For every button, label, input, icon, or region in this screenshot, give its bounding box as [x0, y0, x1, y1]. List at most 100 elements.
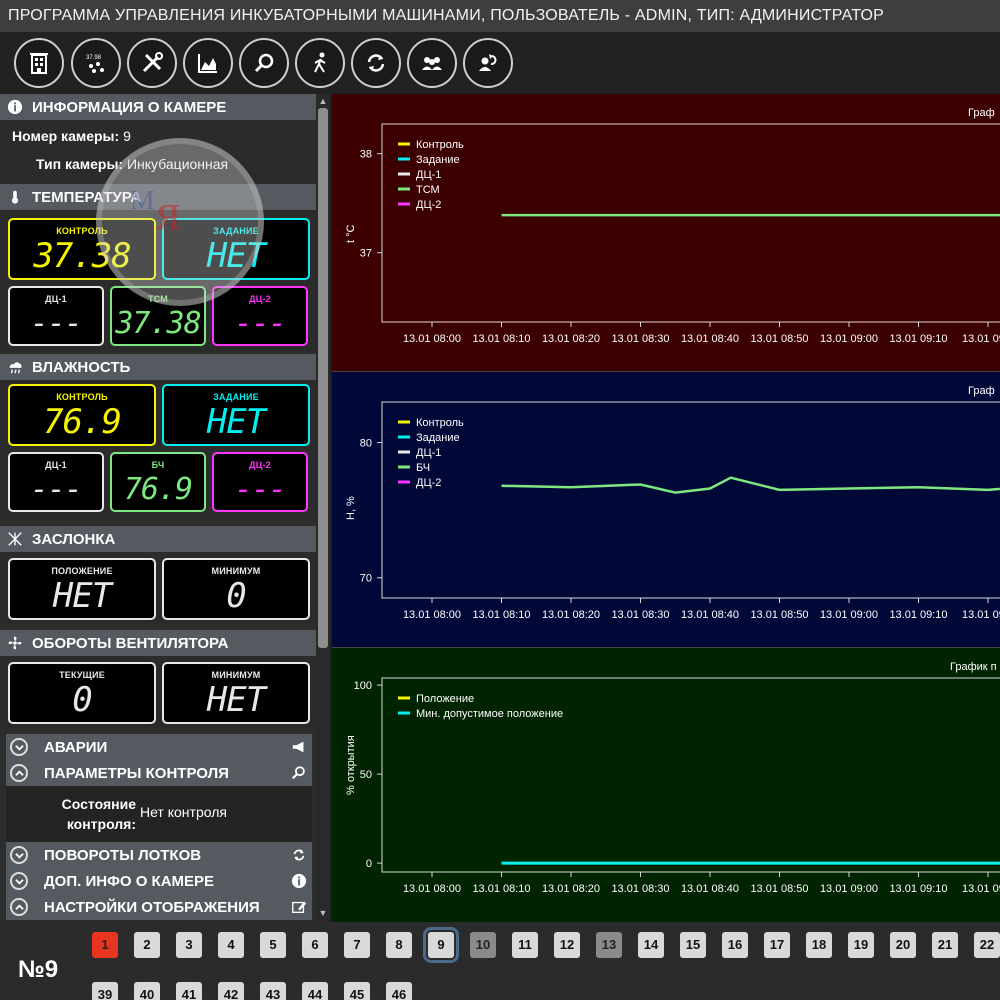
thermometer-icon [6, 188, 24, 206]
camera-button-45[interactable]: 45 [344, 982, 370, 1000]
camera-info-header[interactable]: ИНФОРМАЦИЯ О КАМЕРЕ [0, 94, 316, 120]
camera-button-9[interactable]: 9 [423, 927, 459, 963]
camera-button-3[interactable]: 3 [176, 932, 202, 958]
camera-button-7[interactable]: 7 [344, 932, 370, 958]
hum-setpoint-label: ЗАДАНИЕ [213, 392, 259, 402]
damper-chart-svg: График п % открытия 0 50 100 13.01 08:00 13.01… [345, 661, 1000, 895]
camera-button-40[interactable]: 40 [134, 982, 160, 1000]
building-icon[interactable] [14, 38, 64, 88]
chart-title: График п [950, 661, 997, 673]
camera-button-16[interactable]: 16 [722, 932, 748, 958]
sensor-grid-icon[interactable]: 37.98 [71, 38, 121, 88]
sidebar-scrollbar[interactable]: ▲ ▼ [316, 94, 330, 922]
megaphone-icon [290, 738, 308, 756]
camera-button-10[interactable]: 10 [470, 932, 496, 958]
x-tick-label: 13.01 09:10 [889, 333, 947, 345]
x-tick-label: 13.01 08:20 [542, 883, 600, 895]
x-tick-label: 13.01 09:00 [820, 333, 878, 345]
chart-title: Граф [968, 107, 995, 119]
main-toolbar: 37.98 [0, 32, 1000, 94]
scroll-up-icon[interactable]: ▲ [318, 96, 328, 106]
y-axis-label: Н, % [345, 496, 357, 520]
control-params-panel-toggle[interactable]: ПАРАМЕТРЫ КОНТРОЛЯ [6, 760, 312, 786]
refresh-icon[interactable] [351, 38, 401, 88]
alarms-panel-toggle[interactable]: АВАРИИ [6, 734, 312, 760]
y-tick-label: 80 [360, 438, 372, 450]
hum-bch-label: БЧ [151, 460, 165, 470]
camera-button-11[interactable]: 11 [512, 932, 538, 958]
temp-setpoint-display: ЗАДАНИЕ НЕТ [162, 218, 310, 280]
legend-entry: Задание [416, 432, 460, 444]
humidity-header[interactable]: ВЛАЖНОСТЬ [0, 354, 316, 380]
camera-button-19[interactable]: 19 [848, 932, 874, 958]
camera-button-14[interactable]: 14 [638, 932, 664, 958]
y-tick-label: 50 [360, 769, 372, 781]
fan-current-display: ТЕКУЩИЕ 0 [8, 662, 156, 724]
camera-button-39[interactable]: 39 [92, 982, 118, 1000]
x-tick-label: 13.01 09:10 [889, 883, 947, 895]
camera-button-22[interactable]: 22 [974, 932, 1000, 958]
tray-turns-panel-toggle[interactable]: ПОВОРОТЫ ЛОТКОВ [6, 842, 312, 868]
y-tick-label: 38 [360, 149, 372, 161]
camera-type-label: Тип камеры: [36, 156, 124, 172]
camera-button-12[interactable]: 12 [554, 932, 580, 958]
extra-info-label: ДОП. ИНФО О КАМЕРЕ [44, 872, 215, 890]
temperature-header[interactable]: ТЕМПЕРАТУРА [0, 184, 316, 210]
camera-button-21[interactable]: 21 [932, 932, 958, 958]
camera-button-44[interactable]: 44 [302, 982, 328, 1000]
damper-header[interactable]: ЗАСЛОНКА [0, 526, 316, 552]
camera-button-46[interactable]: 46 [386, 982, 412, 1000]
control-state-label-1: Состояние [61, 796, 136, 812]
camera-button-15[interactable]: 15 [680, 932, 706, 958]
x-tick-label: 13.01 09:2 [962, 883, 1000, 895]
fan-title: ОБОРОТЫ ВЕНТИЛЯТОРА [32, 634, 229, 652]
chart-title: Граф [968, 385, 995, 397]
camera-button-20[interactable]: 20 [890, 932, 916, 958]
x-tick-label: 13.01 08:50 [750, 333, 808, 345]
temp-dc2-label: ДЦ-2 [249, 294, 271, 304]
users-icon[interactable] [407, 38, 457, 88]
extra-info-panel-toggle[interactable]: ДОП. ИНФО О КАМЕРЕ [6, 868, 312, 894]
control-state-value: Нет контроля [140, 804, 227, 820]
info-icon [6, 98, 24, 116]
x-tick-label: 13.01 09:2 [962, 609, 1000, 621]
camera-button-43[interactable]: 43 [260, 982, 286, 1000]
camera-button-4[interactable]: 4 [218, 932, 244, 958]
temp-control-display: КОНТРОЛЬ 37.38 [8, 218, 156, 280]
x-tick-label: 13.01 08:40 [681, 883, 739, 895]
camera-button-5[interactable]: 5 [260, 932, 286, 958]
y-axis-label: % открытия [345, 735, 357, 795]
temp-dc2-display: ДЦ-2 --- [212, 286, 308, 346]
camera-button-13[interactable]: 13 [596, 932, 622, 958]
scrollbar-thumb[interactable] [318, 108, 328, 648]
walking-person-icon[interactable] [295, 38, 345, 88]
hum-setpoint-value: НЕТ [206, 402, 266, 442]
camera-button-17[interactable]: 17 [764, 932, 790, 958]
info-icon [290, 872, 308, 890]
y-tick-label: 100 [354, 680, 372, 692]
x-tick-label: 13.01 08:10 [472, 609, 530, 621]
x-tick-label: 13.01 08:20 [542, 333, 600, 345]
chevron-down-icon [10, 872, 28, 890]
tools-icon[interactable] [127, 38, 177, 88]
display-settings-panel-toggle[interactable]: НАСТРОЙКИ ОТОБРАЖЕНИЯ [6, 894, 312, 920]
fan-header[interactable]: ОБОРОТЫ ВЕНТИЛЯТОРА [0, 630, 316, 656]
camera-button-6[interactable]: 6 [302, 932, 328, 958]
y-axis-label: t °C [345, 224, 357, 243]
camera-button-41[interactable]: 41 [176, 982, 202, 1000]
x-tick-label: 13.01 08:10 [472, 333, 530, 345]
humidity-chart: Граф Н, % 70 80 13.01 08:00 13.01 08:10 13.01 … [332, 372, 1000, 648]
camera-button-2[interactable]: 2 [134, 932, 160, 958]
chart-icon[interactable] [183, 38, 233, 88]
camera-button-8[interactable]: 8 [386, 932, 412, 958]
series-line [501, 476, 1000, 494]
camera-button-1[interactable]: 1 [92, 932, 118, 958]
camera-button-42[interactable]: 42 [218, 982, 244, 1000]
hum-dc2-label: ДЦ-2 [249, 460, 271, 470]
magnifier-icon[interactable] [239, 38, 289, 88]
fan-current-label: ТЕКУЩИЕ [59, 670, 105, 680]
scroll-down-icon[interactable]: ▼ [318, 908, 328, 918]
user-swap-icon[interactable] [463, 38, 513, 88]
camera-button-18[interactable]: 18 [806, 932, 832, 958]
sensor-grid-icon-text: 37.98 [86, 55, 102, 61]
